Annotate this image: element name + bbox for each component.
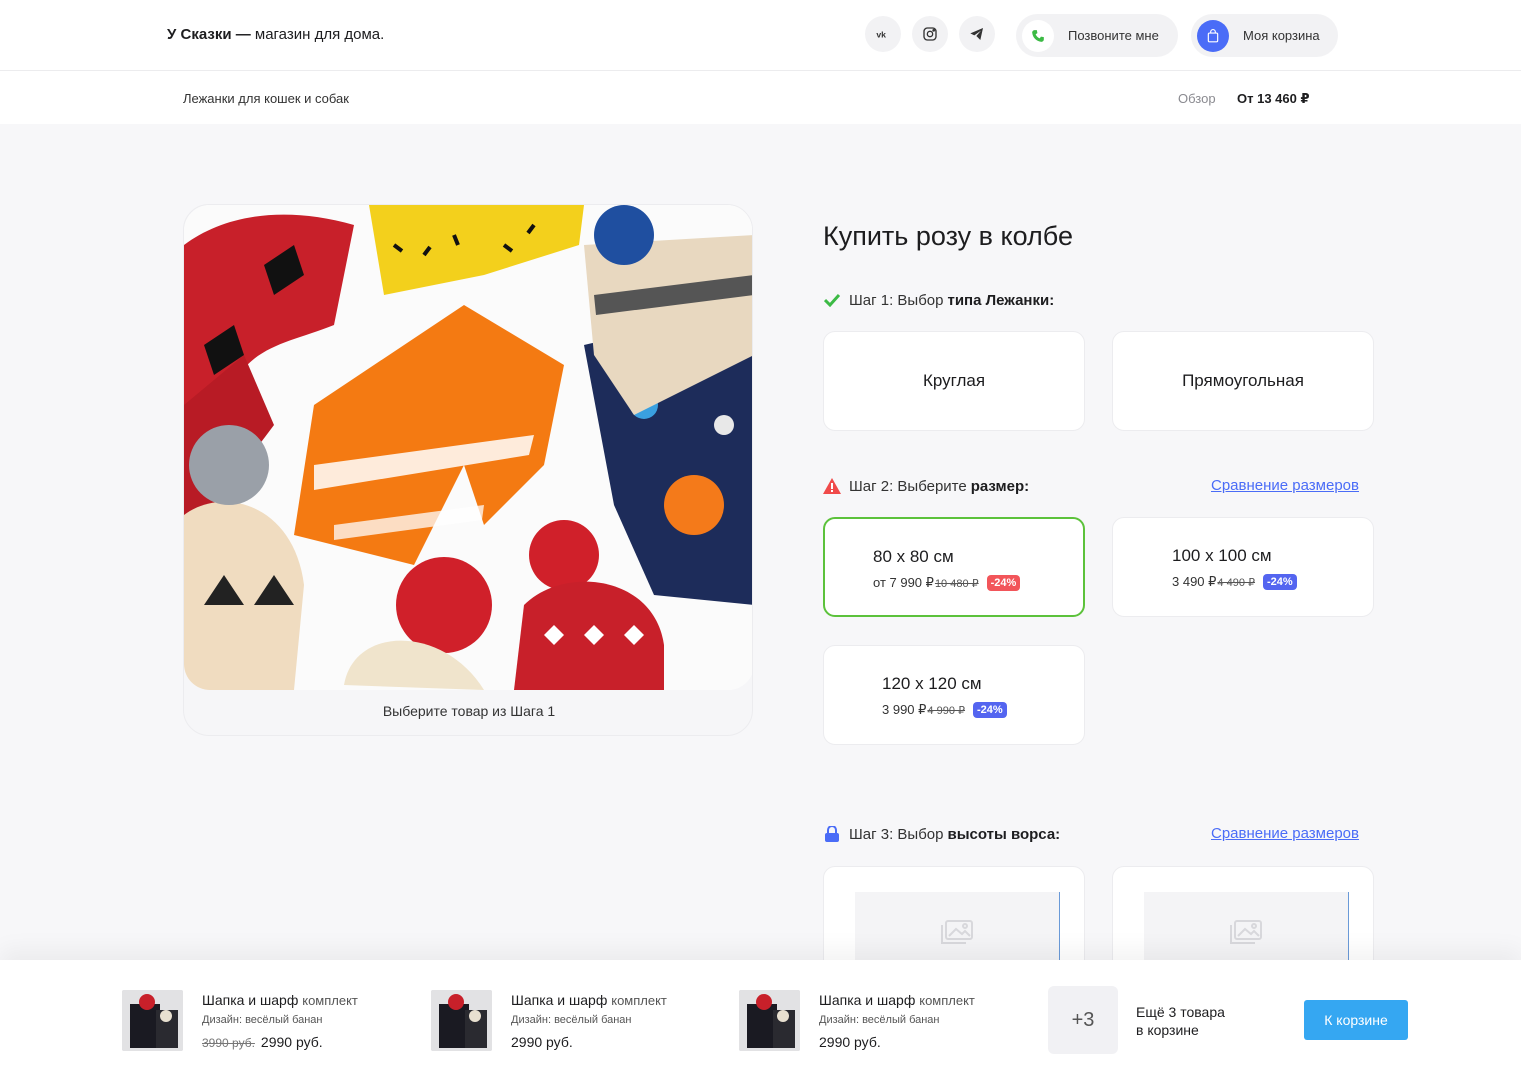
phone-icon — [1022, 19, 1054, 52]
from-price: От 13 460 ₽ — [1237, 91, 1310, 106]
discount-badge: -24% — [986, 575, 1021, 591]
size-price: 3 990 ₽4 990 ₽ -24% — [882, 702, 1007, 718]
product-photo[interactable] — [184, 205, 752, 690]
size-comparison-link-2[interactable]: Сравнение размеров — [1211, 825, 1359, 842]
my-cart-label: Моя корзина — [1243, 28, 1320, 43]
step3-heading: Шаг 3: Выбор высоты ворса: — [823, 825, 1060, 843]
cart-item-design: Дизайн: весёлый банан — [202, 1014, 323, 1026]
cart-item-name: Шапка и шарф комплект — [202, 992, 358, 1008]
step2-heading: Шаг 2: Выберите размер: — [823, 477, 1029, 495]
vk-icon[interactable]: vk — [865, 16, 901, 52]
cart-item-design: Дизайн: весёлый банан — [511, 1014, 632, 1026]
cart-item-name: Шапка и шарф комплект — [511, 992, 667, 1008]
gallery-caption: Выберите товар из Шага 1 — [382, 703, 556, 719]
size-option-80[interactable]: 80 х 80 см от 7 990 ₽10 480 ₽ -24% — [823, 517, 1085, 617]
cart-item-thumbnail — [122, 990, 183, 1051]
discount-badge: -24% — [973, 702, 1007, 718]
overview-link[interactable]: Обзор — [1178, 91, 1216, 106]
type-option-round[interactable]: Круглая — [823, 331, 1085, 431]
product-subnav: Лежанки для кошек и собак Обзор От 13 46… — [0, 71, 1521, 124]
svg-text:vk: vk — [876, 29, 886, 39]
step1-heading: Шаг 1: Выбор типа Лежанки: — [823, 291, 1054, 309]
my-cart-button[interactable]: Моя корзина — [1191, 14, 1338, 57]
cart-item-thumbnail — [739, 990, 800, 1051]
warning-icon — [823, 477, 841, 495]
size-option-100[interactable]: 100 х 100 см 3 490 ₽4 490 ₽ -24% — [1112, 517, 1374, 617]
go-to-cart-button[interactable]: К корзине — [1304, 1000, 1408, 1040]
discount-badge: -24% — [1263, 574, 1297, 590]
size-option-120[interactable]: 120 х 120 см 3 990 ₽4 990 ₽ -24% — [823, 645, 1085, 745]
cart-item-design: Дизайн: весёлый банан — [819, 1014, 940, 1026]
size-label: 100 х 100 см — [1172, 546, 1272, 565]
size-price: от 7 990 ₽10 480 ₽ -24% — [873, 575, 1021, 591]
product-title: Купить розу в колбе — [823, 221, 1073, 251]
cart-item-price: 2990 руб. — [819, 1034, 881, 1050]
cart-bar: Шапка и шарф комплект Дизайн: весёлый ба… — [0, 960, 1521, 1079]
size-comparison-link[interactable]: Сравнение размеров — [1211, 477, 1359, 494]
lock-icon — [823, 825, 841, 843]
image-icon — [1230, 920, 1262, 944]
size-label: 80 х 80 см — [873, 547, 954, 566]
cart-item-price: 2990 руб. — [511, 1034, 573, 1050]
product-gallery: Выберите товар из Шага 1 — [183, 204, 753, 736]
call-me-button[interactable]: Позвоните мне — [1016, 14, 1178, 57]
cart-item[interactable]: Шапка и шарф комплект Дизайн: весёлый ба… — [739, 990, 1019, 1052]
cart-item-name: Шапка и шарф комплект — [819, 992, 975, 1008]
more-items-text: Ещё 3 товара в корзине — [1136, 1004, 1225, 1038]
telegram-icon[interactable] — [959, 16, 995, 52]
type-option-rectangular[interactable]: Прямоугольная — [1112, 331, 1374, 431]
more-items-counter[interactable]: +3 — [1048, 986, 1118, 1054]
cart-item-price: 3990 руб. 2990 руб. — [202, 1034, 323, 1050]
cart-item[interactable]: Шапка и шарф комплект Дизайн: весёлый ба… — [431, 990, 711, 1052]
brand[interactable]: У Сказки — магазин для дома. — [167, 26, 384, 43]
category-title[interactable]: Лежанки для кошек и собак — [183, 91, 349, 106]
cart-item[interactable]: Шапка и шарф комплект Дизайн: весёлый ба… — [122, 990, 402, 1052]
call-me-label: Позвоните мне — [1068, 28, 1159, 43]
size-price: 3 490 ₽4 490 ₽ -24% — [1172, 574, 1297, 590]
shopping-bag-icon — [1197, 19, 1229, 52]
site-header: У Сказки — магазин для дома. vk Позвонит… — [0, 0, 1521, 71]
checkmark-icon — [823, 291, 841, 309]
instagram-icon[interactable] — [912, 16, 948, 52]
size-label: 120 х 120 см — [882, 674, 982, 693]
image-icon — [941, 920, 973, 944]
cart-item-thumbnail — [431, 990, 492, 1051]
